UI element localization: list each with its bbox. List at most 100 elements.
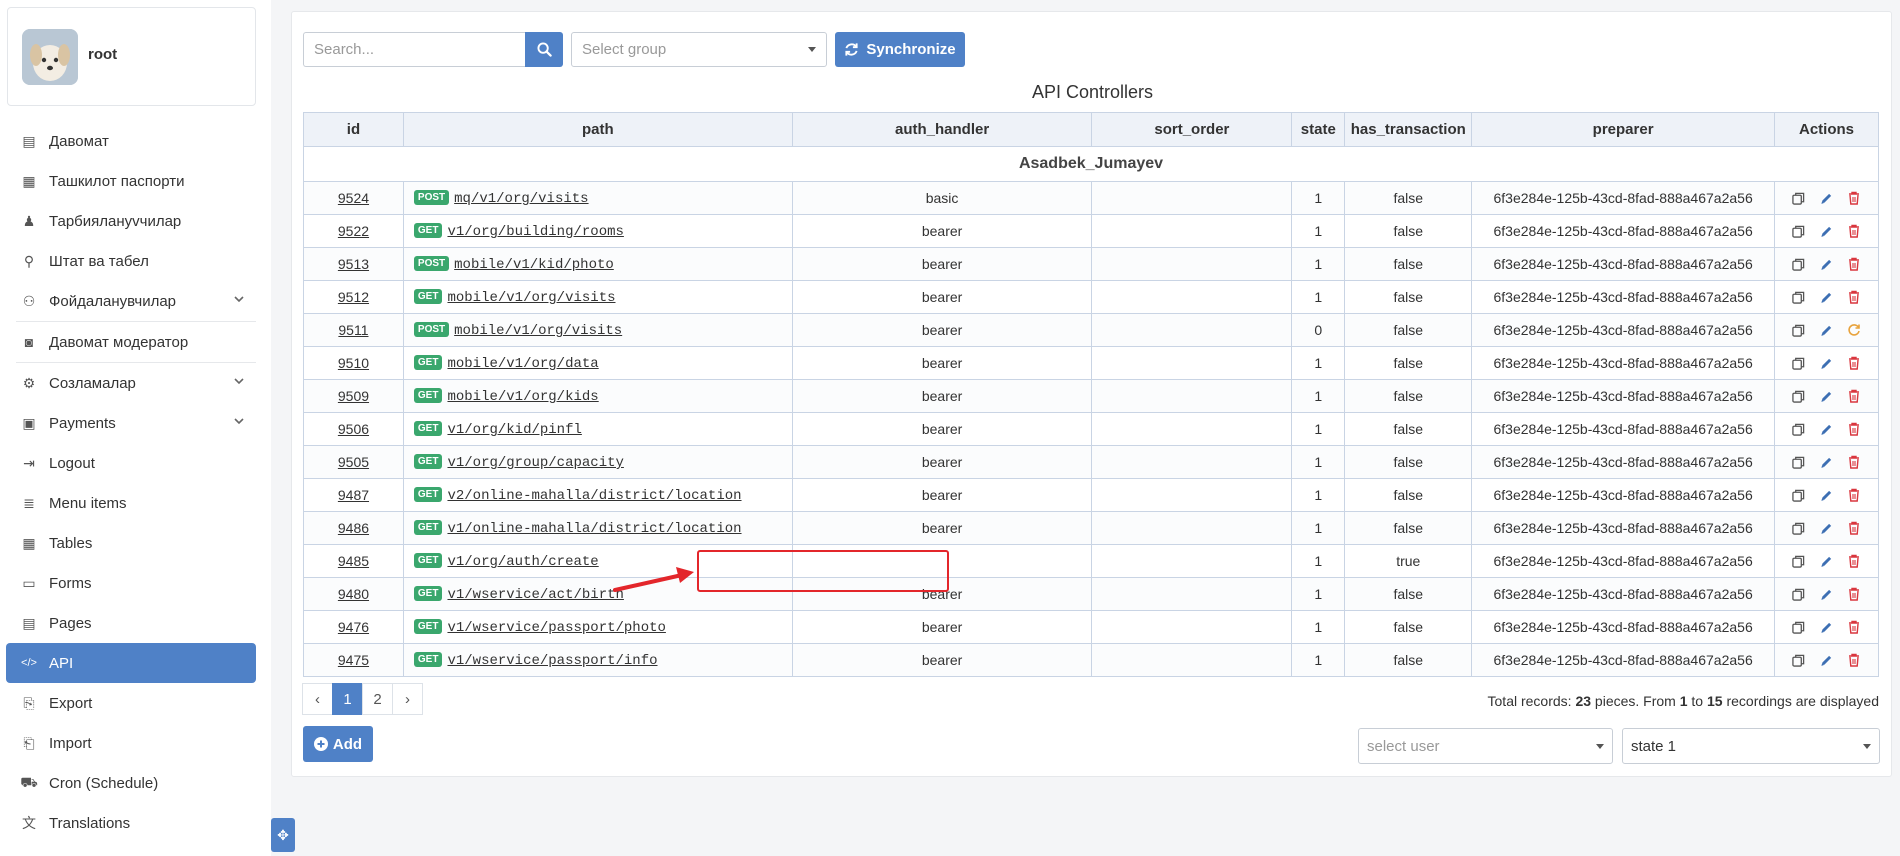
column-header-id[interactable]: id <box>303 112 404 147</box>
row-id-link[interactable]: 9475 <box>338 652 369 668</box>
edit-icon[interactable] <box>1819 488 1833 502</box>
copy-icon[interactable] <box>1791 587 1805 601</box>
user-select[interactable]: select user <box>1358 728 1613 764</box>
edit-icon[interactable] <box>1819 422 1833 436</box>
copy-icon[interactable] <box>1791 356 1805 370</box>
sidebar-item-tables[interactable]: ▦ Tables <box>6 523 256 563</box>
sidebar-item-давомат-модератор[interactable]: ◙ Давомат модератор <box>6 322 256 362</box>
sidebar-item-ташкилот-паспорти[interactable]: ▦ Ташкилот паспорти <box>6 161 256 201</box>
pagination-page-2[interactable]: 2 <box>362 683 393 715</box>
path-link[interactable]: mq/v1/org/visits <box>454 191 588 207</box>
delete-icon[interactable] <box>1847 620 1861 634</box>
row-id-link[interactable]: 9480 <box>338 586 369 602</box>
copy-icon[interactable] <box>1791 620 1805 634</box>
edit-icon[interactable] <box>1819 389 1833 403</box>
sidebar-item-давомат[interactable]: ▤ Давомат <box>6 121 256 161</box>
path-link[interactable]: mobile/v1/org/visits <box>447 290 615 306</box>
column-header-sort-order[interactable]: sort_order <box>1091 112 1293 147</box>
row-id-link[interactable]: 9524 <box>338 190 369 206</box>
edit-icon[interactable] <box>1819 521 1833 535</box>
copy-icon[interactable] <box>1791 422 1805 436</box>
sidebar-item-api[interactable]: </> API <box>6 643 256 683</box>
edit-icon[interactable] <box>1819 323 1833 337</box>
copy-icon[interactable] <box>1791 455 1805 469</box>
edit-icon[interactable] <box>1819 191 1833 205</box>
column-header-auth-handler[interactable]: auth_handler <box>791 112 1093 147</box>
state-select[interactable]: state 1 <box>1622 728 1880 764</box>
column-header-has-transaction[interactable]: has_transaction <box>1344 112 1473 147</box>
pagination-page-1[interactable]: 1 <box>332 683 363 715</box>
sidebar-item-тарбиялануvчилар[interactable]: ♟ Тарбиялануvчилар <box>6 201 256 241</box>
copy-icon[interactable] <box>1791 389 1805 403</box>
group-select[interactable]: Select group <box>571 32 827 67</box>
path-link[interactable]: v1/org/kid/pinfl <box>447 422 581 438</box>
edit-icon[interactable] <box>1819 224 1833 238</box>
sidebar-item-фойдаланувчилар[interactable]: ⚇ Фойдаланувчилар <box>6 281 256 321</box>
path-link[interactable]: v1/org/group/capacity <box>447 455 623 471</box>
edit-icon[interactable] <box>1819 257 1833 271</box>
sidebar-item-cron-schedule-[interactable]: ⛟ Cron (Schedule) <box>6 763 256 803</box>
add-button[interactable]: Add <box>303 726 373 762</box>
row-id-link[interactable]: 9513 <box>338 256 369 272</box>
row-id-link[interactable]: 9511 <box>338 322 368 338</box>
sidebar-item-штат-ва-табел[interactable]: ⚲ Штат ва табел <box>6 241 256 281</box>
delete-icon[interactable] <box>1847 488 1861 502</box>
copy-icon[interactable] <box>1791 191 1805 205</box>
copy-icon[interactable] <box>1791 653 1805 667</box>
row-id-link[interactable]: 9506 <box>338 421 369 437</box>
path-link[interactable]: v1/org/building/rooms <box>447 224 623 240</box>
sidebar-item-forms[interactable]: ▭ Forms <box>6 563 256 603</box>
copy-icon[interactable] <box>1791 323 1805 337</box>
row-id-link[interactable]: 9487 <box>338 487 369 503</box>
column-header-preparer[interactable]: preparer <box>1471 112 1775 147</box>
search-button[interactable] <box>525 32 563 67</box>
copy-icon[interactable] <box>1791 488 1805 502</box>
delete-icon[interactable] <box>1847 521 1861 535</box>
row-id-link[interactable]: 9522 <box>338 223 369 239</box>
edit-icon[interactable] <box>1819 587 1833 601</box>
copy-icon[interactable] <box>1791 554 1805 568</box>
sidebar-item-созламалар[interactable]: ⚙ Созламалар <box>6 363 256 403</box>
sidebar-item-export[interactable]: ⎘ Export <box>6 683 256 723</box>
path-link[interactable]: v1/org/auth/create <box>447 554 598 570</box>
edit-icon[interactable] <box>1819 356 1833 370</box>
row-id-link[interactable]: 9505 <box>338 454 369 470</box>
path-link[interactable]: mobile/v1/org/data <box>447 356 598 372</box>
column-header-actions[interactable]: Actions <box>1773 112 1880 147</box>
delete-icon[interactable] <box>1847 191 1861 205</box>
copy-icon[interactable] <box>1791 257 1805 271</box>
path-link[interactable]: v1/online-mahalla/district/location <box>447 521 741 537</box>
path-link[interactable]: mobile/v1/org/visits <box>454 323 622 339</box>
avatar[interactable] <box>22 29 78 85</box>
path-link[interactable]: mobile/v1/org/kids <box>447 389 598 405</box>
sidebar-item-translations[interactable]: 文 Translations <box>6 803 256 843</box>
delete-icon[interactable] <box>1847 554 1861 568</box>
delete-icon[interactable] <box>1847 356 1861 370</box>
sidebar-item-logout[interactable]: ⇥ Logout <box>6 443 256 483</box>
edit-icon[interactable] <box>1819 290 1833 304</box>
delete-icon[interactable] <box>1847 455 1861 469</box>
edit-icon[interactable] <box>1819 455 1833 469</box>
row-id-link[interactable]: 9509 <box>338 388 369 404</box>
path-link[interactable]: mobile/v1/kid/photo <box>454 257 614 273</box>
sidebar-item-import[interactable]: ⎗ Import <box>6 723 256 763</box>
row-id-link[interactable]: 9486 <box>338 520 369 536</box>
sidebar-toggle-button[interactable]: ✥ <box>271 818 295 852</box>
sidebar-item-payments[interactable]: ▣ Payments <box>6 403 256 443</box>
delete-icon[interactable] <box>1847 587 1861 601</box>
restore-icon[interactable] <box>1847 323 1861 337</box>
edit-icon[interactable] <box>1819 554 1833 568</box>
synchronize-button[interactable]: Synchronize <box>835 32 965 67</box>
column-header-state[interactable]: state <box>1291 112 1346 147</box>
row-id-link[interactable]: 9476 <box>338 619 369 635</box>
row-id-link[interactable]: 9510 <box>338 355 369 371</box>
column-header-path[interactable]: path <box>402 112 793 147</box>
search-input[interactable] <box>303 32 526 67</box>
pagination-next-button[interactable]: › <box>392 683 423 715</box>
delete-icon[interactable] <box>1847 653 1861 667</box>
delete-icon[interactable] <box>1847 422 1861 436</box>
path-link[interactable]: v1/wservice/passport/info <box>447 653 657 669</box>
row-id-link[interactable]: 9512 <box>338 289 369 305</box>
copy-icon[interactable] <box>1791 224 1805 238</box>
copy-icon[interactable] <box>1791 290 1805 304</box>
